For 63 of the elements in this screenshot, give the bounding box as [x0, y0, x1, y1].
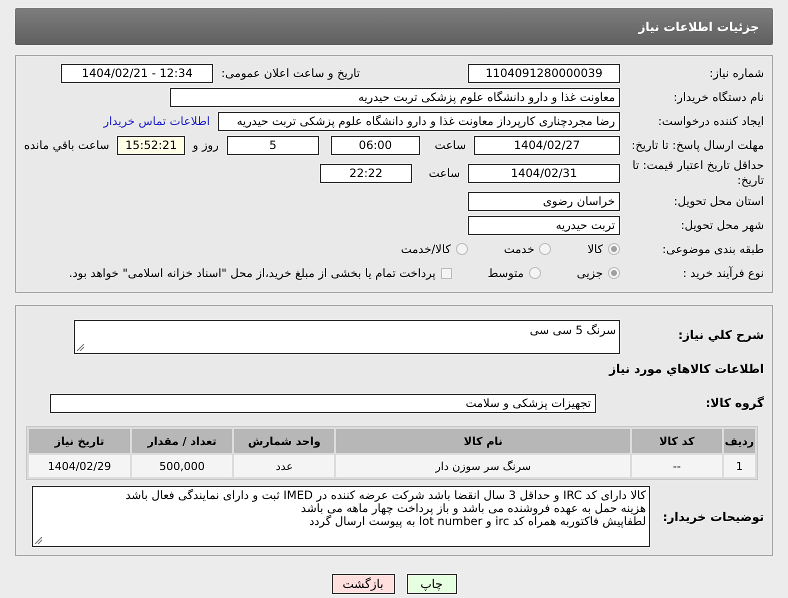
field-label: مهلت ارسال پاسخ: تا تاریخ:	[630, 138, 765, 152]
summary-field: سرنگ 5 سی سی	[74, 320, 620, 354]
field-label: توضیحات خریدار:	[662, 510, 765, 524]
column-header: کد کالا	[632, 429, 722, 453]
resize-grip-icon[interactable]	[77, 344, 84, 351]
field-label: نوع فرآیند خرید :	[682, 266, 765, 280]
checkbox-label: پرداخت تمام یا بخشی از مبلغ خرید،از محل "اسناد خزانه اسلامی" خواهد بود.	[68, 266, 436, 280]
buyer-notes-field: کالا دارای کد IRC و حداقل 3 سال انقضا باشد شرکت عرضه کننده در IMED ثبت و دارای نمایندگی فعال باشد هزینه حمل به عهده فروشنده می باشد و باز پرداخت چهار ماهه می باشد لطفاپیش فاکتوربه همراه کد irc و lot number به پیوست ارسال گردد	[32, 486, 650, 547]
radio-label: کالا	[587, 242, 603, 256]
remaining-time-field: 15:52:21	[117, 136, 185, 154]
goods-group-field: تجهیزات پزشکی و سلامت	[50, 394, 596, 412]
back-button[interactable]: بازگشت	[332, 574, 394, 594]
field-label: شماره نیاز:	[708, 66, 765, 80]
announce-date-field: 1404/02/21 - 12:34	[61, 64, 214, 82]
page-title-bar: جزئیات اطلاعات نیاز	[15, 8, 773, 45]
section-heading: اطلاعات کالاهاي مورد نیاز	[609, 362, 765, 376]
column-header: ردیف	[724, 429, 755, 453]
city-field: تربت حیدریه	[468, 216, 620, 234]
field-label: روز و	[192, 138, 219, 152]
column-header: تعداد / مقدار	[132, 429, 232, 453]
radio-button[interactable]	[539, 243, 552, 255]
radio-button[interactable]	[456, 243, 468, 255]
province-field: خراسان رضوی	[468, 192, 620, 210]
requester-field: رضا مجردچناری کارپرداز معاونت غذا و دارو دانشگاه علوم پزشکی تربت حیدریه	[218, 112, 620, 130]
field-label: طبقه بندی موضوعی:	[661, 242, 765, 256]
buyer-org-field: معاونت غذا و دارو دانشگاه علوم پزشکی تربت حیدریه	[170, 88, 620, 106]
radio-button[interactable]	[608, 243, 620, 255]
date-field: 1404/02/31	[468, 164, 620, 182]
table-cell: 1	[724, 455, 755, 477]
resize-grip-icon[interactable]	[35, 537, 42, 544]
radio-label: جزیی	[576, 266, 603, 280]
field-label: ایجاد کننده درخواست:	[657, 114, 765, 128]
column-header: واحد شمارش	[234, 429, 334, 453]
field-label: حداقل تاریخ اعتبار قیمت: تا تاریخ:	[631, 158, 765, 188]
time-field: 22:22	[320, 164, 412, 182]
date-field: 1404/02/27	[474, 136, 620, 154]
field-label: ساعت	[428, 166, 460, 180]
days-field: 5	[226, 136, 320, 154]
field-label: گروه کالا:	[704, 396, 765, 410]
field-label: ساعت	[434, 138, 466, 152]
time-field: 06:00	[331, 136, 420, 154]
table-cell: عدد	[234, 455, 334, 477]
need-number-field: 1104091280000039	[468, 64, 620, 82]
print-button[interactable]: چاپ	[406, 574, 456, 594]
radio-button[interactable]	[528, 267, 541, 279]
column-header: نام کالا	[336, 429, 630, 453]
table-cell: --	[632, 455, 722, 477]
table-cell: 1404/02/29	[29, 455, 130, 477]
checkbox[interactable]	[440, 268, 452, 278]
radio-button[interactable]	[608, 267, 620, 279]
field-label: شرح کلي نیاز:	[677, 327, 765, 342]
column-header: تاریخ نیاز	[29, 429, 130, 453]
field-label: ساعت باقي مانده	[24, 138, 110, 152]
field-label: نام دستگاه خریدار:	[672, 90, 765, 104]
radio-label: متوسط	[488, 266, 524, 280]
buyer-contact-link[interactable]: اطلاعات تماس خریدار	[103, 114, 210, 128]
table-cell: سرنگ سر سوزن دار	[336, 455, 630, 477]
field-label: شهر محل تحویل:	[680, 218, 765, 232]
radio-label: خدمت	[504, 242, 534, 256]
radio-label: کالا/خدمت	[400, 242, 451, 256]
table-cell: 500,000	[132, 455, 232, 477]
field-label: تاریخ و ساعت اعلان عمومی:	[221, 66, 360, 80]
field-label: استان محل تحویل:	[672, 194, 765, 208]
